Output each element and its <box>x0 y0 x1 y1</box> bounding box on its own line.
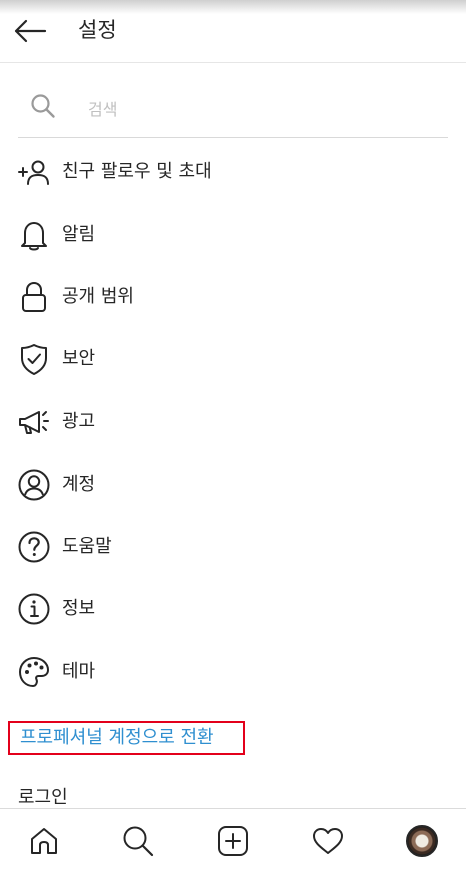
header: 설정 <box>0 0 466 63</box>
info-icon <box>16 591 52 627</box>
megaphone-icon <box>16 404 52 440</box>
account-circle-icon <box>16 467 52 503</box>
bell-icon <box>16 217 52 253</box>
login-link[interactable]: 로그인 <box>18 786 68 810</box>
menu-item-label: 친구 팔로우 및 초대 <box>62 161 212 182</box>
menu-item-ads[interactable]: 광고 <box>0 396 466 448</box>
menu-item-label: 광고 <box>62 411 96 432</box>
home-icon <box>31 828 57 854</box>
nav-search-button[interactable] <box>120 823 156 859</box>
palette-icon <box>16 654 52 690</box>
bottom-nav <box>0 808 466 875</box>
search-input[interactable] <box>86 95 430 123</box>
menu-item-label: 정보 <box>62 598 96 619</box>
profile-avatar <box>406 825 438 857</box>
lock-icon <box>16 279 52 315</box>
menu-item-label: 공개 범위 <box>62 286 134 307</box>
switch-to-professional-link[interactable]: 프로페셔널 계정으로 전환 <box>8 721 245 755</box>
search-bar[interactable] <box>18 76 448 138</box>
nav-add-post-button[interactable] <box>215 823 251 859</box>
menu-item-theme[interactable]: 테마 <box>0 646 466 698</box>
menu-item-help[interactable]: 도움말 <box>0 521 466 573</box>
menu-item-label: 알림 <box>62 224 96 245</box>
nav-activity-button[interactable] <box>310 823 346 859</box>
menu-item-label: 도움말 <box>62 536 112 557</box>
arrow-left-icon <box>14 19 47 43</box>
menu-item-label: 계정 <box>62 474 96 495</box>
menu-item-label: 테마 <box>62 661 96 682</box>
menu-item-security[interactable]: 보안 <box>0 333 466 385</box>
page-title: 설정 <box>78 18 117 42</box>
search-icon <box>31 94 55 118</box>
add-person-icon <box>16 154 52 190</box>
menu-item-privacy[interactable]: 공개 범위 <box>0 271 466 323</box>
help-icon <box>16 529 52 565</box>
search-icon <box>123 826 154 857</box>
menu-item-follow-invite[interactable]: 친구 팔로우 및 초대 <box>0 146 466 198</box>
shield-check-icon <box>16 341 52 377</box>
nav-profile-button[interactable] <box>404 823 440 859</box>
add-post-icon <box>218 826 248 856</box>
menu-item-account[interactable]: 계정 <box>0 459 466 511</box>
menu-item-info[interactable]: 정보 <box>0 583 466 635</box>
nav-home-button[interactable] <box>26 823 62 859</box>
heart-icon <box>313 828 343 854</box>
menu-item-label: 보안 <box>62 348 96 369</box>
back-button[interactable] <box>10 14 50 48</box>
menu-item-notifications[interactable]: 알림 <box>0 209 466 261</box>
